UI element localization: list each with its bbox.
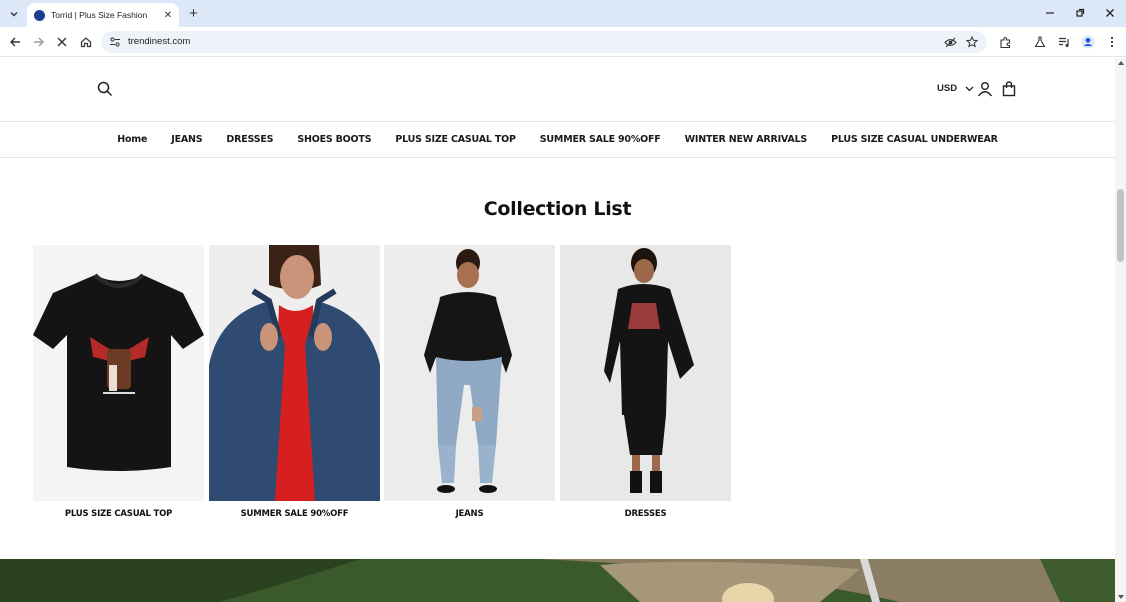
nav-item-jeans[interactable]: JEANS — [171, 134, 202, 145]
browser-tab-active[interactable]: Torrid | Plus Size Fashion ✕ — [27, 3, 179, 27]
nav-item-shoes-boots[interactable]: SHOES BOOTS — [297, 134, 371, 145]
avatar-icon — [1081, 35, 1095, 49]
product-image[interactable] — [384, 245, 555, 501]
collection-card-summer-sale[interactable]: SUMMER SALE 90%OFF — [209, 245, 380, 519]
chevron-down-icon — [965, 86, 974, 91]
cart-bag-icon[interactable] — [1001, 81, 1018, 98]
back-arrow-icon — [10, 37, 20, 47]
tab-strip: Torrid | Plus Size Fashion ✕ + — [0, 0, 1126, 27]
collection-card-label[interactable]: PLUS SIZE CASUAL TOP — [33, 509, 204, 519]
collection-card-label[interactable]: DRESSES — [560, 509, 731, 519]
currency-label: USD — [937, 83, 958, 94]
site-header: USD — [0, 58, 1115, 122]
page-scrollbar[interactable] — [1115, 58, 1126, 602]
scroll-down-arrow-icon[interactable] — [1118, 595, 1124, 599]
media-controls-button[interactable] — [1055, 33, 1073, 51]
minimize-button[interactable] — [1040, 4, 1060, 22]
tab-title: Torrid | Plus Size Fashion — [51, 10, 148, 20]
nav-item-winter-new-arrivals[interactable]: WINTER NEW ARRIVALS — [685, 134, 808, 145]
labs-button[interactable] — [1031, 33, 1049, 51]
product-image[interactable] — [560, 245, 731, 501]
stop-icon — [57, 37, 67, 47]
chevron-down-icon — [10, 11, 17, 16]
address-bar[interactable]: trendinest.com — [101, 31, 987, 53]
browser-toolbar: trendinest.com — [0, 27, 1126, 57]
forward-button[interactable] — [30, 33, 48, 51]
stop-loading-button[interactable] — [53, 33, 71, 51]
profile-button[interactable] — [1079, 33, 1097, 51]
search-icon[interactable] — [97, 81, 114, 98]
new-tab-button[interactable]: + — [185, 5, 202, 22]
bookmark-star-icon[interactable] — [965, 35, 979, 49]
collection-list-title: Collection List — [483, 198, 632, 220]
close-window-button[interactable] — [1100, 4, 1120, 22]
home-button[interactable] — [77, 33, 95, 51]
site-info-icon[interactable] — [109, 36, 121, 48]
nav-item-dresses[interactable]: DRESSES — [226, 134, 273, 145]
collection-card-jeans[interactable]: JEANS — [384, 245, 555, 519]
account-icon[interactable] — [977, 81, 994, 98]
restore-icon — [1076, 8, 1085, 17]
collection-card-label[interactable]: JEANS — [384, 509, 555, 519]
nav-item-plus-size-casual-underwear[interactable]: PLUS SIZE CASUAL UNDERWEAR — [831, 134, 998, 145]
tab-search-button[interactable] — [5, 5, 22, 22]
extensions-button[interactable] — [996, 33, 1014, 51]
hero-banner-image[interactable] — [0, 559, 1115, 602]
scrollbar-thumb[interactable] — [1117, 189, 1124, 262]
scroll-up-arrow-icon[interactable] — [1118, 61, 1124, 65]
playlist-icon — [1058, 37, 1069, 47]
product-image[interactable] — [33, 245, 204, 501]
main-navigation: Home JEANS DRESSES SHOES BOOTS PLUS SIZE… — [0, 122, 1115, 158]
kebab-menu-icon — [1110, 36, 1114, 48]
browser-menu-button[interactable] — [1103, 33, 1121, 51]
tab-close-icon[interactable]: ✕ — [161, 8, 175, 22]
eye-slash-icon[interactable] — [943, 35, 957, 49]
currency-selector[interactable]: USD — [937, 83, 974, 94]
web-page: USD Home JEANS DRESSES SHOES BOOTS PLUS … — [0, 58, 1115, 602]
nav-item-plus-size-casual-top[interactable]: PLUS SIZE CASUAL TOP — [395, 134, 516, 145]
nav-item-home[interactable]: Home — [117, 134, 147, 145]
nav-item-summer-sale[interactable]: SUMMER SALE 90%OFF — [540, 134, 661, 145]
collection-card-label[interactable]: SUMMER SALE 90%OFF — [209, 509, 380, 519]
close-icon — [1106, 9, 1114, 17]
forward-arrow-icon — [34, 37, 44, 47]
back-button[interactable] — [6, 33, 24, 51]
collection-card-dresses[interactable]: DRESSES — [560, 245, 731, 519]
home-icon — [80, 37, 92, 48]
flask-icon — [1034, 36, 1046, 48]
url-text: trendinest.com — [128, 36, 191, 47]
product-image[interactable] — [209, 245, 380, 501]
puzzle-icon — [999, 36, 1010, 48]
restore-button[interactable] — [1070, 4, 1090, 22]
collection-card-plus-size-casual-top[interactable]: PLUS SIZE CASUAL TOP — [33, 245, 204, 519]
minimize-icon — [1046, 12, 1054, 14]
site-favicon-icon — [34, 9, 45, 21]
